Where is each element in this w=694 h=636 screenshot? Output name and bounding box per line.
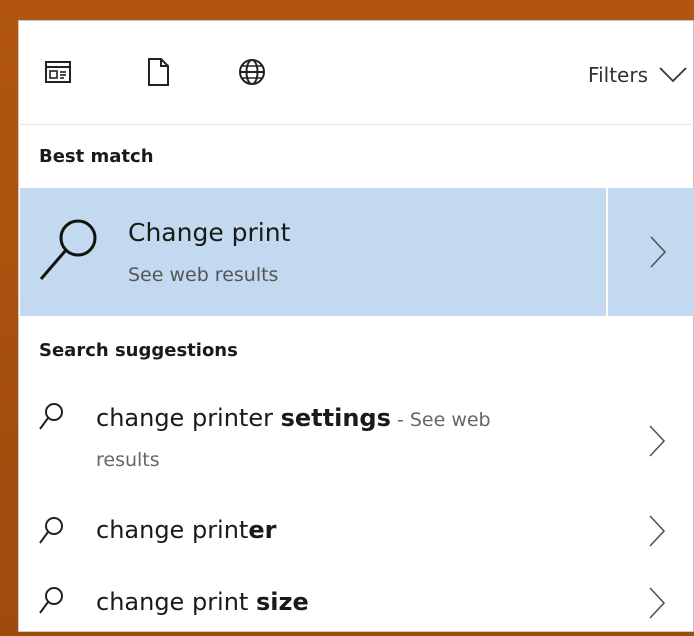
filters-label: Filters: [588, 63, 648, 87]
web-icon[interactable]: [238, 58, 266, 86]
chevron-right-icon[interactable]: [648, 586, 666, 620]
scope-toolbar: Filters: [18, 20, 694, 125]
chevron-right-icon[interactable]: [648, 424, 666, 458]
best-match-heading: Best match: [39, 146, 154, 167]
chevron-right-icon[interactable]: [648, 514, 666, 548]
divider: [606, 188, 608, 316]
suggestion-item[interactable]: change printer: [18, 504, 694, 564]
suggestion-item[interactable]: change print size: [18, 576, 694, 632]
chevron-down-icon: [659, 67, 687, 83]
best-match-result[interactable]: Change print See web results: [20, 188, 694, 316]
search-icon: [39, 403, 63, 430]
search-icon: [39, 587, 63, 614]
suggestion-text: change printer: [96, 516, 277, 544]
chevron-right-icon[interactable]: [649, 235, 667, 269]
best-match-subtitle: See web results: [128, 264, 279, 286]
search-icon: [39, 517, 63, 544]
search-results-panel: Filters Best match Change print See web …: [18, 20, 694, 632]
filters-button[interactable]: Filters: [588, 60, 688, 90]
suggestion-hint: results: [96, 449, 160, 471]
suggestion-text: change printer settings - See web: [96, 404, 491, 432]
search-suggestions-heading: Search suggestions: [39, 340, 238, 361]
best-match-title: Change print: [128, 218, 291, 247]
documents-icon[interactable]: [144, 58, 172, 86]
apps-icon[interactable]: [44, 58, 72, 86]
search-icon: [39, 219, 97, 280]
suggestion-text: change print size: [96, 588, 309, 616]
suggestion-item[interactable]: change printer settings - See web result…: [18, 390, 694, 482]
